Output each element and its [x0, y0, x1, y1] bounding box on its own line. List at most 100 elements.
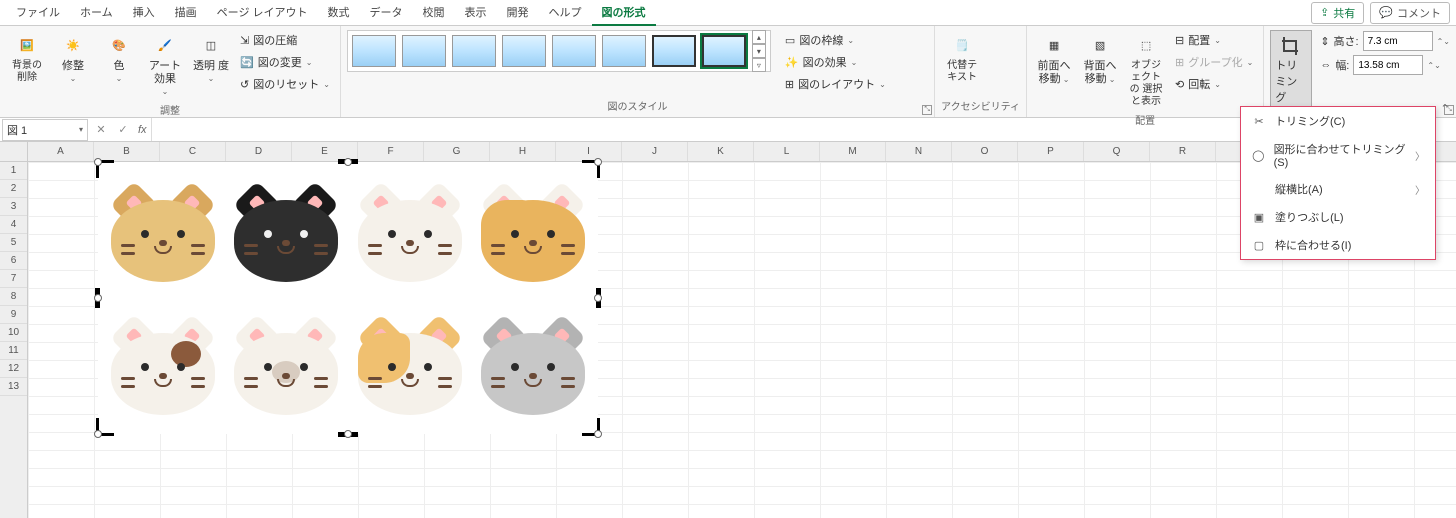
tab-4[interactable]: ページ レイアウト [207, 0, 318, 26]
artistic-button[interactable]: 🖌️アート効果⌄ [144, 30, 186, 100]
tab-6[interactable]: データ [360, 0, 413, 26]
bring-forward-button[interactable]: ▦前面へ 移動 ⌄ [1033, 30, 1075, 88]
remove-background-button[interactable]: 🖼️背景の 削除 [6, 30, 48, 86]
share-button[interactable]: ⇪共有 [1311, 2, 1364, 24]
col-header[interactable]: A [28, 142, 94, 161]
row-header[interactable]: 12 [0, 360, 27, 378]
tab-2[interactable]: 挿入 [123, 0, 165, 26]
col-header[interactable]: M [820, 142, 886, 161]
picture-layout-button[interactable]: ⊞図のレイアウト⌄ [781, 74, 890, 94]
style-thumb[interactable] [652, 35, 696, 67]
compress-button[interactable]: ⇲図の圧縮 [236, 30, 334, 50]
col-header[interactable]: I [556, 142, 622, 161]
col-header[interactable]: R [1150, 142, 1216, 161]
row-header[interactable]: 5 [0, 234, 27, 252]
group-adjust: 🖼️背景の 削除 ☀️修整⌄ 🎨色⌄ 🖌️アート効果⌄ ◫透明 度⌄ ⇲図の圧縮… [0, 26, 341, 117]
corrections-button[interactable]: ☀️修整⌄ [52, 30, 94, 87]
resize-handle[interactable] [344, 158, 352, 166]
picture-styles-gallery[interactable]: ▴▾▿ [347, 30, 771, 72]
change-picture-button[interactable]: 🔄図の変更⌄ [236, 52, 334, 72]
style-thumb[interactable] [452, 35, 496, 67]
row-header[interactable]: 8 [0, 288, 27, 306]
tab-3[interactable]: 描画 [165, 0, 207, 26]
row-header[interactable]: 6 [0, 252, 27, 270]
row-header[interactable]: 3 [0, 198, 27, 216]
style-thumb-selected[interactable] [702, 35, 746, 67]
row-header[interactable]: 9 [0, 306, 27, 324]
col-header[interactable]: Q [1084, 142, 1150, 161]
col-header[interactable]: C [160, 142, 226, 161]
resize-handle[interactable] [94, 158, 102, 166]
resize-handle[interactable] [344, 430, 352, 438]
tab-10[interactable]: ヘルプ [539, 0, 592, 26]
col-header[interactable]: G [424, 142, 490, 161]
row-header[interactable]: 11 [0, 342, 27, 360]
tab-11[interactable]: 図の形式 [592, 0, 656, 26]
col-header[interactable]: K [688, 142, 754, 161]
resize-handle[interactable] [594, 430, 602, 438]
style-thumb[interactable] [502, 35, 546, 67]
tab-1[interactable]: ホーム [70, 0, 123, 26]
tab-8[interactable]: 表示 [455, 0, 497, 26]
comment-button[interactable]: 💬コメント [1370, 2, 1450, 24]
row-header[interactable]: 2 [0, 180, 27, 198]
tab-0[interactable]: ファイル [6, 0, 70, 26]
resize-handle[interactable] [94, 430, 102, 438]
reset-picture-button[interactable]: ↺図のリセット⌄ [236, 74, 334, 94]
dd-crop[interactable]: ✂トリミング(C) [1241, 107, 1435, 135]
row-header[interactable]: 1 [0, 162, 27, 180]
collapse-ribbon[interactable]: ⌃ [1438, 101, 1452, 115]
group-button[interactable]: ⊞グループ化⌄ [1171, 52, 1257, 72]
cancel-formula[interactable]: ✕ [90, 123, 112, 136]
select-all-corner[interactable] [0, 142, 27, 162]
gallery-more[interactable]: ▿ [752, 58, 766, 72]
resize-handle[interactable] [594, 294, 602, 302]
style-thumb[interactable] [402, 35, 446, 67]
col-header[interactable]: N [886, 142, 952, 161]
tab-5[interactable]: 数式 [318, 0, 360, 26]
send-backward-button[interactable]: ▧背面へ 移動 ⌄ [1079, 30, 1121, 88]
col-header[interactable]: P [1018, 142, 1084, 161]
alt-text-button[interactable]: 🗒️代替テ キスト [941, 30, 983, 86]
selection-pane-button[interactable]: ⬚オブジェクトの 選択と表示 [1125, 30, 1167, 110]
picture-effects-button[interactable]: ✨図の効果⌄ [781, 52, 890, 72]
picture-border-button[interactable]: ▭図の枠線⌄ [781, 30, 890, 50]
align-button[interactable]: ⊟配置⌄ [1171, 30, 1257, 50]
dd-aspect-ratio[interactable]: 縦横比(A)〉 [1241, 175, 1435, 203]
fx-icon[interactable]: fx [134, 124, 151, 136]
enter-formula[interactable]: ✓ [112, 123, 134, 136]
dd-crop-to-shape[interactable]: ◯図形に合わせてトリミング(S)〉 [1241, 135, 1435, 175]
row-header[interactable]: 4 [0, 216, 27, 234]
selected-picture[interactable] [98, 162, 598, 434]
col-header[interactable]: H [490, 142, 556, 161]
resize-handle[interactable] [94, 294, 102, 302]
style-thumb[interactable] [552, 35, 596, 67]
height-input[interactable] [1363, 31, 1433, 51]
crop-dropdown: ✂トリミング(C) ◯図形に合わせてトリミング(S)〉 縦横比(A)〉 ▣塗りつ… [1240, 106, 1436, 260]
row-header[interactable]: 7 [0, 270, 27, 288]
styles-dialog-launcher[interactable]: ⤡ [922, 105, 932, 115]
col-header[interactable]: L [754, 142, 820, 161]
col-header[interactable]: F [358, 142, 424, 161]
dd-fill[interactable]: ▣塗りつぶし(L) [1241, 203, 1435, 231]
gallery-down[interactable]: ▾ [752, 44, 766, 58]
name-box[interactable]: 図 1▾ [2, 119, 88, 141]
col-header[interactable]: B [94, 142, 160, 161]
style-thumb[interactable] [602, 35, 646, 67]
dd-fit[interactable]: ▢枠に合わせる(I) [1241, 231, 1435, 259]
rotate-button[interactable]: ⟲回転⌄ [1171, 74, 1257, 94]
tab-9[interactable]: 開発 [497, 0, 539, 26]
tab-7[interactable]: 校閲 [413, 0, 455, 26]
gallery-up[interactable]: ▴ [752, 30, 766, 44]
col-header[interactable]: O [952, 142, 1018, 161]
col-header[interactable]: J [622, 142, 688, 161]
width-input[interactable] [1353, 55, 1423, 75]
row-header[interactable]: 13 [0, 378, 27, 396]
resize-handle[interactable] [594, 158, 602, 166]
row-header[interactable]: 10 [0, 324, 27, 342]
fill-icon: ▣ [1251, 209, 1267, 225]
col-header[interactable]: D [226, 142, 292, 161]
transparency-button[interactable]: ◫透明 度⌄ [190, 30, 232, 87]
style-thumb[interactable] [352, 35, 396, 67]
color-button[interactable]: 🎨色⌄ [98, 30, 140, 87]
